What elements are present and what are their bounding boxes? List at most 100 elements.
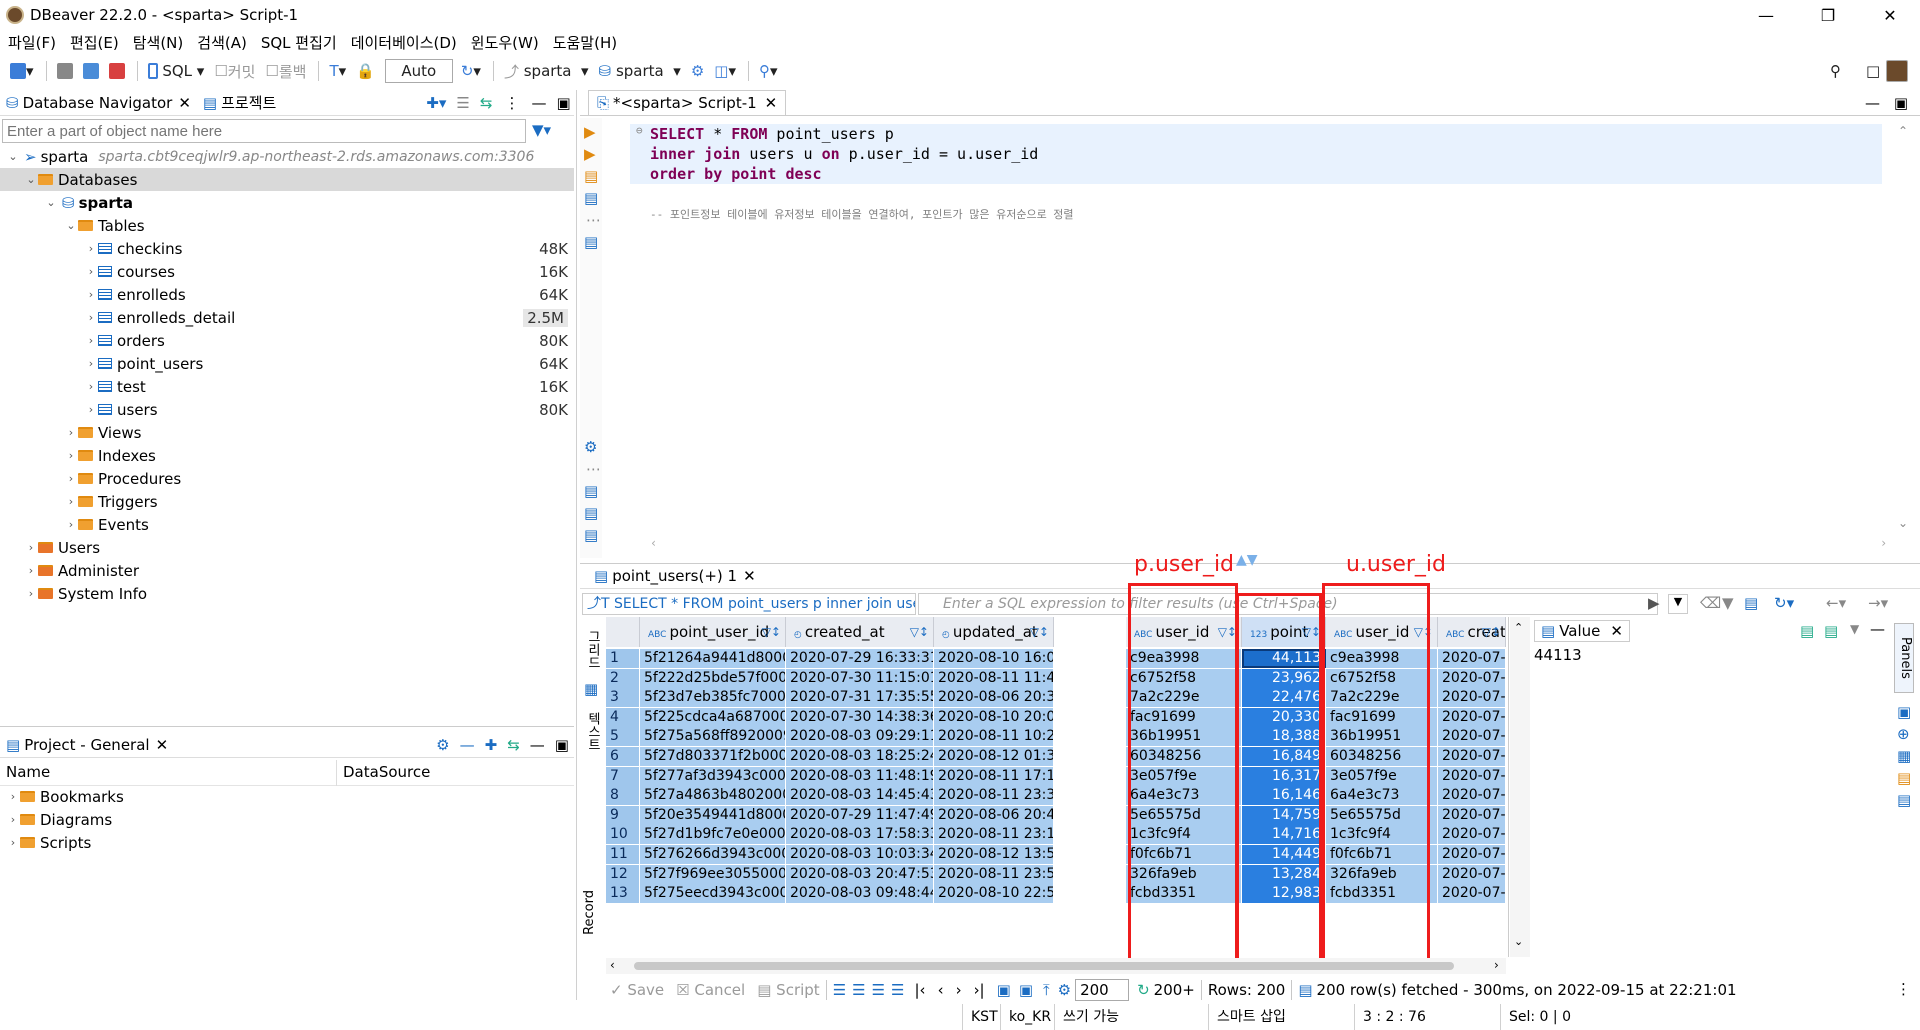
import-icon[interactable]: ▤ — [584, 504, 598, 522]
execute-new-tab-icon[interactable]: ▤ — [584, 167, 598, 185]
close-tab-icon[interactable]: ✕ — [743, 567, 756, 585]
cancel-button[interactable]: ☒ Cancel — [676, 981, 745, 999]
grid-cell[interactable]: 2020-08-03 14:45:43 — [786, 786, 934, 806]
menu-file[interactable]: 파일(F) — [8, 32, 56, 53]
grid-cell[interactable]: 2020-07-1 — [1438, 786, 1506, 806]
settings-icon[interactable]: ⚙ — [584, 438, 597, 456]
clear-filter-icon[interactable]: ⌫ — [1700, 594, 1721, 612]
grid-cell[interactable]: 2020-08-03 10:03:34 — [786, 845, 934, 864]
minimize-panel-icon[interactable]: — — [1870, 620, 1885, 638]
lock-icon[interactable]: 🔒 — [352, 59, 379, 83]
grid-cell[interactable]: 2020-08-06 20:45:34 — [934, 805, 1054, 825]
grid-cell[interactable]: 2020-07-2 — [1438, 727, 1506, 747]
databases-node[interactable]: ⌄ Databases — [0, 168, 574, 191]
menu-navigate[interactable]: 탐색(N) — [133, 32, 184, 53]
value-panel-tab[interactable]: ▤ Value ✕ — [1534, 620, 1630, 642]
minimize-view-icon[interactable]: — — [530, 736, 545, 754]
navigator-filter-input[interactable] — [2, 119, 526, 143]
terminal-icon[interactable]: ▤ — [584, 233, 598, 251]
system-info-node[interactable]: › System Info — [24, 582, 147, 605]
grid-cell[interactable]: 2020-08-11 10:26:33 — [934, 727, 1054, 747]
grid-cell[interactable]: 2020-07-2 — [1438, 884, 1506, 904]
commit-button[interactable]: ☐ 커밋 — [210, 59, 259, 83]
refresh-icon[interactable]: ↻ — [1137, 981, 1150, 999]
scroll-down-icon[interactable]: ⌄ — [1514, 935, 1523, 948]
grid-cell[interactable]: 5f225cdca4a6870009d8c96e — [640, 707, 786, 727]
row-number[interactable]: 10 — [606, 825, 640, 845]
vscroll-up-icon[interactable]: ⌃ — [1898, 124, 1908, 138]
administer-node[interactable]: › Administer — [24, 559, 139, 582]
maximize-view-icon[interactable]: ▣ — [555, 736, 569, 754]
bookmarks-node[interactable]: › Bookmarks — [6, 785, 124, 808]
triggers-node[interactable]: › Triggers — [64, 490, 158, 513]
export-icon[interactable]: ▤ — [584, 482, 598, 500]
grid-cell[interactable]: 2020-08-12 01:34:08 — [934, 747, 1054, 766]
close-tab-icon[interactable]: ✕ — [1610, 622, 1623, 640]
maximize-view-icon[interactable]: ▣ — [556, 94, 570, 112]
grid-cell[interactable]: 5f27f969ee305500095e532b — [640, 864, 786, 884]
grid-cell[interactable]: 5f23d7eb385fc70009fdff75 — [640, 688, 786, 708]
hscroll-thumb[interactable] — [634, 962, 1454, 970]
execute-script-icon[interactable]: ▶ — [584, 145, 596, 163]
more-icon[interactable]: ⋯ — [586, 460, 601, 478]
tab-results[interactable]: ▤ point_users(+) 1 ✕ — [588, 565, 762, 587]
grid-cell[interactable]: 5f277af3d3943c0009e06742 — [640, 766, 786, 786]
maximize-button[interactable]: ❐ — [1800, 0, 1856, 30]
save-button[interactable]: ✓ Save — [610, 981, 664, 999]
link-icon[interactable]: ⇆ — [507, 736, 520, 754]
value-viewer-icon[interactable]: ▤ — [1897, 791, 1911, 809]
users-node[interactable]: › Users — [24, 536, 100, 559]
grid-cell[interactable]: 2020-07-2 — [1438, 668, 1506, 688]
grid-cell[interactable]: 5f27d1b9fc7e0e00099340aa — [640, 825, 786, 845]
row-number[interactable]: 12 — [606, 864, 640, 884]
grid-cell[interactable]: 2020-07-29 16:33:31 — [786, 649, 934, 668]
prev-page-icon[interactable]: ‹ — [938, 981, 944, 999]
table-node[interactable]: › checkins 48K — [84, 237, 574, 260]
content-viewer-icon[interactable]: ▤ — [1824, 622, 1838, 640]
grid-cell[interactable]: 2020-08-11 23:39:37 — [934, 786, 1054, 806]
table-node[interactable]: › enrolleds 64K — [84, 283, 574, 306]
filter-icon[interactable]: ▼▾ — [532, 121, 551, 139]
grid-cell[interactable]: 2020-07-2 — [1438, 864, 1506, 884]
grid-cell[interactable]: 2020-07-30 14:38:36 — [786, 707, 934, 727]
minimize-button[interactable]: — — [1738, 0, 1794, 30]
scripts-node[interactable]: › Scripts — [6, 831, 92, 854]
column-filter-sort-icon[interactable]: ▽↕ — [1482, 617, 1501, 647]
grid-cell[interactable]: 2020-07-2 — [1438, 747, 1506, 766]
apply-filter-icon[interactable]: ▶ — [1648, 594, 1660, 612]
grid-hscroll[interactable]: ‹ › — [606, 958, 1506, 974]
grid-cell[interactable]: 2020-07-30 11:15:01 — [786, 668, 934, 688]
tab-project-general[interactable]: Project - General — [24, 736, 149, 754]
table-node[interactable]: › test 16K — [84, 375, 574, 398]
view-menu-icon[interactable]: ⋮ — [504, 94, 519, 112]
open-perspective-icon[interactable]: □ — [1862, 59, 1884, 83]
row-number[interactable]: 7 — [606, 766, 640, 786]
grid-cell[interactable]: 2020-07-2 — [1438, 805, 1506, 825]
script-button[interactable]: ▤ Script — [757, 981, 819, 999]
table-node[interactable]: › users 80K — [84, 398, 574, 421]
collapse-all-icon[interactable]: — — [460, 736, 475, 754]
format-icon[interactable]: ▤ — [584, 526, 598, 544]
connect-button[interactable] — [53, 59, 77, 83]
grid-cell[interactable]: 2020-07-2 — [1438, 845, 1506, 864]
text-view-toggle[interactable]: 텍스트 — [582, 712, 602, 751]
search-dropdown-button[interactable]: ⚲ ▾ — [755, 59, 782, 83]
new-connection-button[interactable]: ▾ — [6, 59, 38, 83]
grid-cell[interactable]: 5f222d25bde57f00096c1b4c — [640, 668, 786, 688]
filter-settings-icon[interactable]: ▼ — [1722, 594, 1734, 612]
layout-icon[interactable]: ▣ — [1019, 981, 1033, 999]
procedures-node[interactable]: › Procedures — [64, 467, 181, 490]
panels-toggle[interactable]: Panels — [1894, 623, 1914, 693]
scroll-up-icon[interactable]: ⌃ — [1514, 621, 1523, 634]
row-number[interactable]: 4 — [606, 707, 640, 727]
vscroll-down-icon[interactable]: ⌄ — [1898, 516, 1908, 530]
global-search-icon[interactable]: ⚲ — [1826, 59, 1845, 83]
last-page-icon[interactable]: ›| — [974, 981, 985, 999]
grid-cell[interactable]: 2020-07-2 — [1438, 688, 1506, 708]
grid-cell[interactable]: 2020-08-11 23:54:50 — [934, 864, 1054, 884]
fold-icon[interactable]: ⊖ — [636, 124, 643, 137]
new-connection-icon[interactable]: ✚▾ — [426, 94, 446, 112]
close-button[interactable]: ✕ — [1862, 0, 1918, 30]
refresh-icon[interactable]: ↻▾ — [1774, 594, 1794, 612]
grid-view-toggle[interactable]: 그리드 — [582, 630, 602, 669]
